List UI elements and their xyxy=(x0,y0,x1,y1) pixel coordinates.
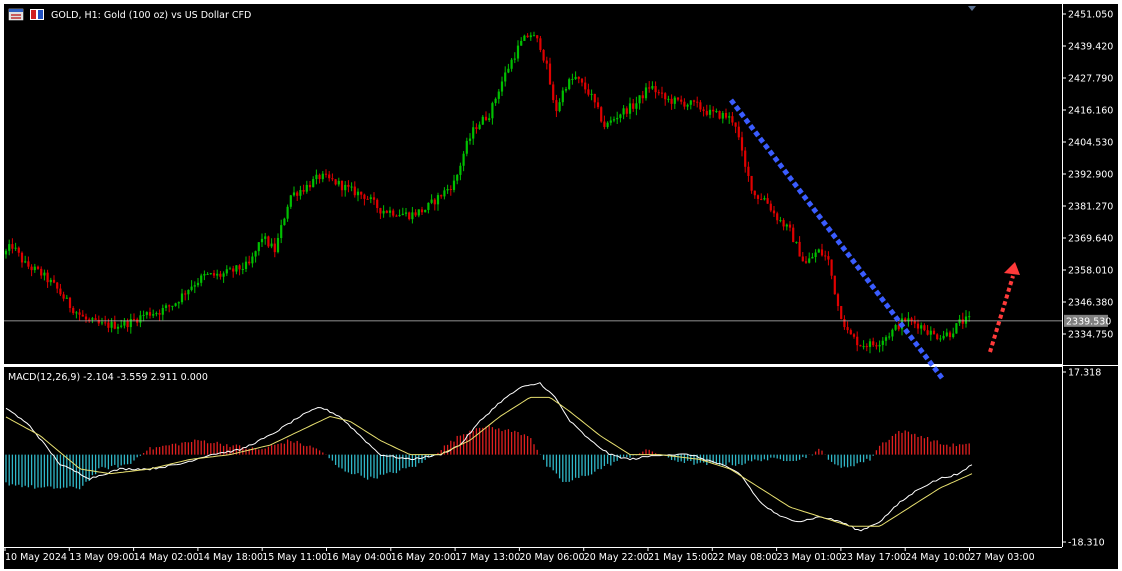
price-candle xyxy=(283,217,286,226)
chart-canvas[interactable]: GOLD, H1: Gold (100 oz) vs US Dollar CFD… xyxy=(0,0,1122,571)
price-candle xyxy=(568,77,571,91)
price-tick-label: 2381.270 xyxy=(1068,202,1113,213)
time-tick-label: 10 May 2024 xyxy=(5,552,67,563)
time-tick-label: 20 May 06:00 xyxy=(519,552,584,563)
time-tick-label: 14 May 18:00 xyxy=(198,552,263,563)
price-tick-label: 2451.050 xyxy=(1068,10,1113,21)
time-tick-label: 14 May 02:00 xyxy=(134,552,199,563)
time-tick-label: 23 May 17:00 xyxy=(841,552,906,563)
time-tick-label: 17 May 13:00 xyxy=(455,552,520,563)
current-price-label: 2339.530 xyxy=(1066,316,1111,327)
macd-tick-label: -18.310 xyxy=(1068,538,1105,549)
macd-plot-area[interactable] xyxy=(4,367,1062,547)
price-tick-label: 2358.010 xyxy=(1068,266,1113,277)
macd-indicator-label: MACD(12,26,9) -2.104 -3.559 2.911 0.000 xyxy=(8,372,208,383)
time-tick-label: 21 May 15:00 xyxy=(648,552,713,563)
time-tick-label: 13 May 09:00 xyxy=(69,552,134,563)
time-tick-label: 27 May 03:00 xyxy=(970,552,1035,563)
current-price-badge: 2339.530 xyxy=(1064,314,1111,327)
time-tick-label: 20 May 22:00 xyxy=(584,552,649,563)
price-tick-label: 2404.530 xyxy=(1068,138,1113,149)
time-tick-label: 15 May 11:00 xyxy=(262,552,327,563)
price-candle xyxy=(600,106,603,123)
trading-chart-window[interactable]: GOLD, H1: Gold (100 oz) vs US Dollar CFD… xyxy=(0,0,1122,571)
time-tick-label: 16 May 20:00 xyxy=(391,552,456,563)
symbol-description: GOLD, H1: Gold (100 oz) vs US Dollar CFD xyxy=(51,10,251,21)
price-candle xyxy=(539,35,542,53)
price-tick-label: 2416.160 xyxy=(1068,106,1113,117)
price-tick-label: 2392.900 xyxy=(1068,170,1113,181)
time-tick-label: 16 May 04:00 xyxy=(327,552,392,563)
time-tick-label: 24 May 10:00 xyxy=(905,552,970,563)
price-candle xyxy=(840,305,843,320)
price-tick-label: 2427.790 xyxy=(1068,74,1113,85)
window-icon[interactable] xyxy=(8,8,24,21)
price-tick-label: 2439.420 xyxy=(1068,42,1113,53)
price-candle xyxy=(267,235,270,248)
macd-tick-label: 17.318 xyxy=(1068,368,1101,379)
price-tick-label: 2346.380 xyxy=(1068,298,1113,309)
price-candle xyxy=(408,211,411,221)
price-tick-label: 2369.640 xyxy=(1068,234,1113,245)
price-tick-label: 2334.750 xyxy=(1068,330,1113,341)
price-candle xyxy=(718,110,721,120)
time-tick-label: 22 May 08:00 xyxy=(712,552,777,563)
price-candle xyxy=(955,323,958,334)
one-click-trading-icon[interactable] xyxy=(30,9,44,20)
price-candle xyxy=(552,81,555,104)
time-tick-label: 23 May 01:00 xyxy=(777,552,842,563)
price-candle xyxy=(833,275,836,295)
